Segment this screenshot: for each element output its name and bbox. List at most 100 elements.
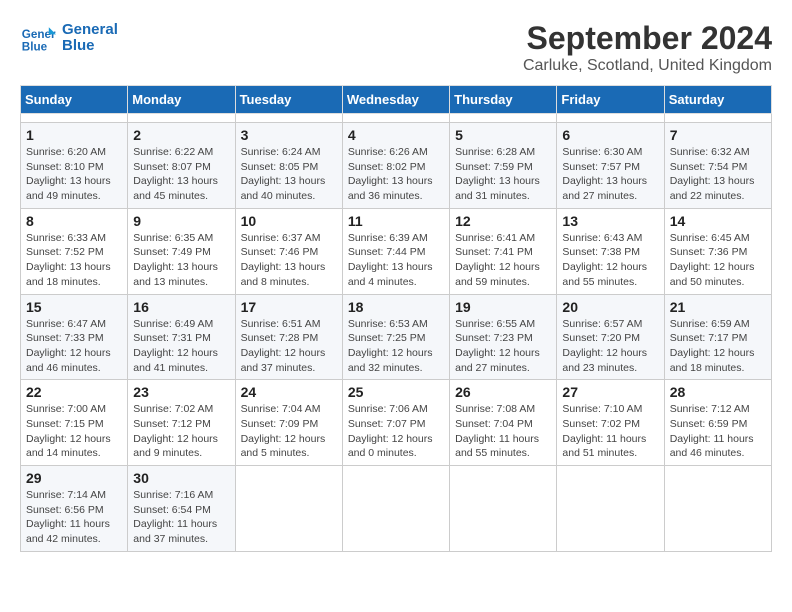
empty-cell xyxy=(450,114,557,123)
calendar-week-row: 8 Sunrise: 6:33 AMSunset: 7:52 PMDaylight… xyxy=(21,208,772,294)
day-number: 22 xyxy=(26,384,122,400)
day-number: 8 xyxy=(26,213,122,229)
title-block: September 2024 Carluke, Scotland, United… xyxy=(523,20,772,75)
day-number: 9 xyxy=(133,213,229,229)
calendar-day-cell: 26Sunrise: 7:08 AMSunset: 7:04 PMDayligh… xyxy=(450,380,557,466)
weekday-header-tuesday: Tuesday xyxy=(235,86,342,114)
calendar-week-row xyxy=(21,114,772,123)
calendar-day-cell: 28Sunrise: 7:12 AMSunset: 6:59 PMDayligh… xyxy=(664,380,771,466)
calendar-day-cell: 25Sunrise: 7:06 AMSunset: 7:07 PMDayligh… xyxy=(342,380,449,466)
calendar-day-cell: 30Sunrise: 7:16 AMSunset: 6:54 PMDayligh… xyxy=(128,466,235,552)
weekday-header-wednesday: Wednesday xyxy=(342,86,449,114)
empty-cell xyxy=(450,466,557,552)
day-info: Sunrise: 6:39 AMSunset: 7:44 PMDaylight:… xyxy=(348,231,444,290)
calendar-day-cell: 6 Sunrise: 6:30 AMSunset: 7:57 PMDaylight… xyxy=(557,123,664,209)
empty-cell xyxy=(664,114,771,123)
day-number: 30 xyxy=(133,470,229,486)
day-number: 26 xyxy=(455,384,551,400)
calendar-day-cell: 4 Sunrise: 6:26 AMSunset: 8:02 PMDaylight… xyxy=(342,123,449,209)
day-info: Sunrise: 6:20 AMSunset: 8:10 PMDaylight:… xyxy=(26,145,122,204)
day-number: 3 xyxy=(241,127,337,143)
day-info: Sunrise: 6:28 AMSunset: 7:59 PMDaylight:… xyxy=(455,145,551,204)
day-number: 16 xyxy=(133,299,229,315)
day-number: 5 xyxy=(455,127,551,143)
logo-icon: General Blue xyxy=(20,20,56,56)
calendar-table: SundayMondayTuesdayWednesdayThursdayFrid… xyxy=(20,85,772,552)
empty-cell xyxy=(664,466,771,552)
day-info: Sunrise: 6:41 AMSunset: 7:41 PMDaylight:… xyxy=(455,231,551,290)
calendar-day-cell: 29Sunrise: 7:14 AMSunset: 6:56 PMDayligh… xyxy=(21,466,128,552)
day-number: 11 xyxy=(348,213,444,229)
day-number: 28 xyxy=(670,384,766,400)
day-info: Sunrise: 6:33 AMSunset: 7:52 PMDaylight:… xyxy=(26,231,122,290)
logo: General Blue General Blue xyxy=(20,20,118,56)
day-number: 13 xyxy=(562,213,658,229)
day-info: Sunrise: 7:10 AMSunset: 7:02 PMDaylight:… xyxy=(562,402,658,461)
calendar-day-cell: 12 Sunrise: 6:41 AMSunset: 7:41 PMDayligh… xyxy=(450,208,557,294)
empty-cell xyxy=(342,466,449,552)
day-number: 1 xyxy=(26,127,122,143)
empty-cell xyxy=(128,114,235,123)
day-info: Sunrise: 6:45 AMSunset: 7:36 PMDaylight:… xyxy=(670,231,766,290)
day-number: 7 xyxy=(670,127,766,143)
calendar-day-cell: 1 Sunrise: 6:20 AMSunset: 8:10 PMDaylight… xyxy=(21,123,128,209)
calendar-day-cell: 17Sunrise: 6:51 AMSunset: 7:28 PMDayligh… xyxy=(235,294,342,380)
logo-text-line2: Blue xyxy=(62,38,118,55)
day-info: Sunrise: 6:35 AMSunset: 7:49 PMDaylight:… xyxy=(133,231,229,290)
day-number: 24 xyxy=(241,384,337,400)
day-number: 21 xyxy=(670,299,766,315)
day-number: 29 xyxy=(26,470,122,486)
empty-cell xyxy=(21,114,128,123)
weekday-header-friday: Friday xyxy=(557,86,664,114)
calendar-day-cell: 14Sunrise: 6:45 AMSunset: 7:36 PMDayligh… xyxy=(664,208,771,294)
day-info: Sunrise: 6:51 AMSunset: 7:28 PMDaylight:… xyxy=(241,317,337,376)
calendar-day-cell: 16 Sunrise: 6:49 AMSunset: 7:31 PMDayligh… xyxy=(128,294,235,380)
day-info: Sunrise: 6:49 AMSunset: 7:31 PMDaylight:… xyxy=(133,317,229,376)
day-info: Sunrise: 6:32 AMSunset: 7:54 PMDaylight:… xyxy=(670,145,766,204)
day-info: Sunrise: 6:43 AMSunset: 7:38 PMDaylight:… xyxy=(562,231,658,290)
calendar-day-cell: 2Sunrise: 6:22 AMSunset: 8:07 PMDaylight… xyxy=(128,123,235,209)
day-number: 6 xyxy=(562,127,658,143)
weekday-header-saturday: Saturday xyxy=(664,86,771,114)
calendar-header-row: SundayMondayTuesdayWednesdayThursdayFrid… xyxy=(21,86,772,114)
calendar-day-cell: 23 Sunrise: 7:02 AMSunset: 7:12 PMDayligh… xyxy=(128,380,235,466)
svg-text:Blue: Blue xyxy=(22,41,48,54)
day-info: Sunrise: 6:30 AMSunset: 7:57 PMDaylight:… xyxy=(562,145,658,204)
calendar-day-cell: 27 Sunrise: 7:10 AMSunset: 7:02 PMDayligh… xyxy=(557,380,664,466)
day-info: Sunrise: 6:57 AMSunset: 7:20 PMDaylight:… xyxy=(562,317,658,376)
calendar-week-row: 22Sunrise: 7:00 AMSunset: 7:15 PMDayligh… xyxy=(21,380,772,466)
day-info: Sunrise: 7:06 AMSunset: 7:07 PMDaylight:… xyxy=(348,402,444,461)
month-title: September 2024 xyxy=(523,20,772,57)
page-header: General Blue General Blue September 2024… xyxy=(20,20,772,75)
day-number: 10 xyxy=(241,213,337,229)
calendar-day-cell: 22Sunrise: 7:00 AMSunset: 7:15 PMDayligh… xyxy=(21,380,128,466)
day-info: Sunrise: 7:04 AMSunset: 7:09 PMDaylight:… xyxy=(241,402,337,461)
day-info: Sunrise: 6:37 AMSunset: 7:46 PMDaylight:… xyxy=(241,231,337,290)
calendar-week-row: 1 Sunrise: 6:20 AMSunset: 8:10 PMDaylight… xyxy=(21,123,772,209)
day-info: Sunrise: 6:59 AMSunset: 7:17 PMDaylight:… xyxy=(670,317,766,376)
calendar-day-cell: 7 Sunrise: 6:32 AMSunset: 7:54 PMDaylight… xyxy=(664,123,771,209)
day-info: Sunrise: 6:26 AMSunset: 8:02 PMDaylight:… xyxy=(348,145,444,204)
empty-cell xyxy=(235,466,342,552)
day-number: 4 xyxy=(348,127,444,143)
calendar-day-cell: 21 Sunrise: 6:59 AMSunset: 7:17 PMDayligh… xyxy=(664,294,771,380)
day-number: 20 xyxy=(562,299,658,315)
day-info: Sunrise: 6:53 AMSunset: 7:25 PMDaylight:… xyxy=(348,317,444,376)
empty-cell xyxy=(557,114,664,123)
day-number: 12 xyxy=(455,213,551,229)
day-number: 18 xyxy=(348,299,444,315)
calendar-day-cell: 19Sunrise: 6:55 AMSunset: 7:23 PMDayligh… xyxy=(450,294,557,380)
day-number: 19 xyxy=(455,299,551,315)
weekday-header-monday: Monday xyxy=(128,86,235,114)
empty-cell xyxy=(342,114,449,123)
calendar-day-cell: 11 Sunrise: 6:39 AMSunset: 7:44 PMDayligh… xyxy=(342,208,449,294)
day-number: 15 xyxy=(26,299,122,315)
calendar-day-cell: 8 Sunrise: 6:33 AMSunset: 7:52 PMDaylight… xyxy=(21,208,128,294)
day-number: 27 xyxy=(562,384,658,400)
weekday-header-thursday: Thursday xyxy=(450,86,557,114)
calendar-day-cell: 3 Sunrise: 6:24 AMSunset: 8:05 PMDaylight… xyxy=(235,123,342,209)
day-info: Sunrise: 7:02 AMSunset: 7:12 PMDaylight:… xyxy=(133,402,229,461)
day-number: 23 xyxy=(133,384,229,400)
calendar-day-cell: 9 Sunrise: 6:35 AMSunset: 7:49 PMDaylight… xyxy=(128,208,235,294)
day-info: Sunrise: 6:24 AMSunset: 8:05 PMDaylight:… xyxy=(241,145,337,204)
